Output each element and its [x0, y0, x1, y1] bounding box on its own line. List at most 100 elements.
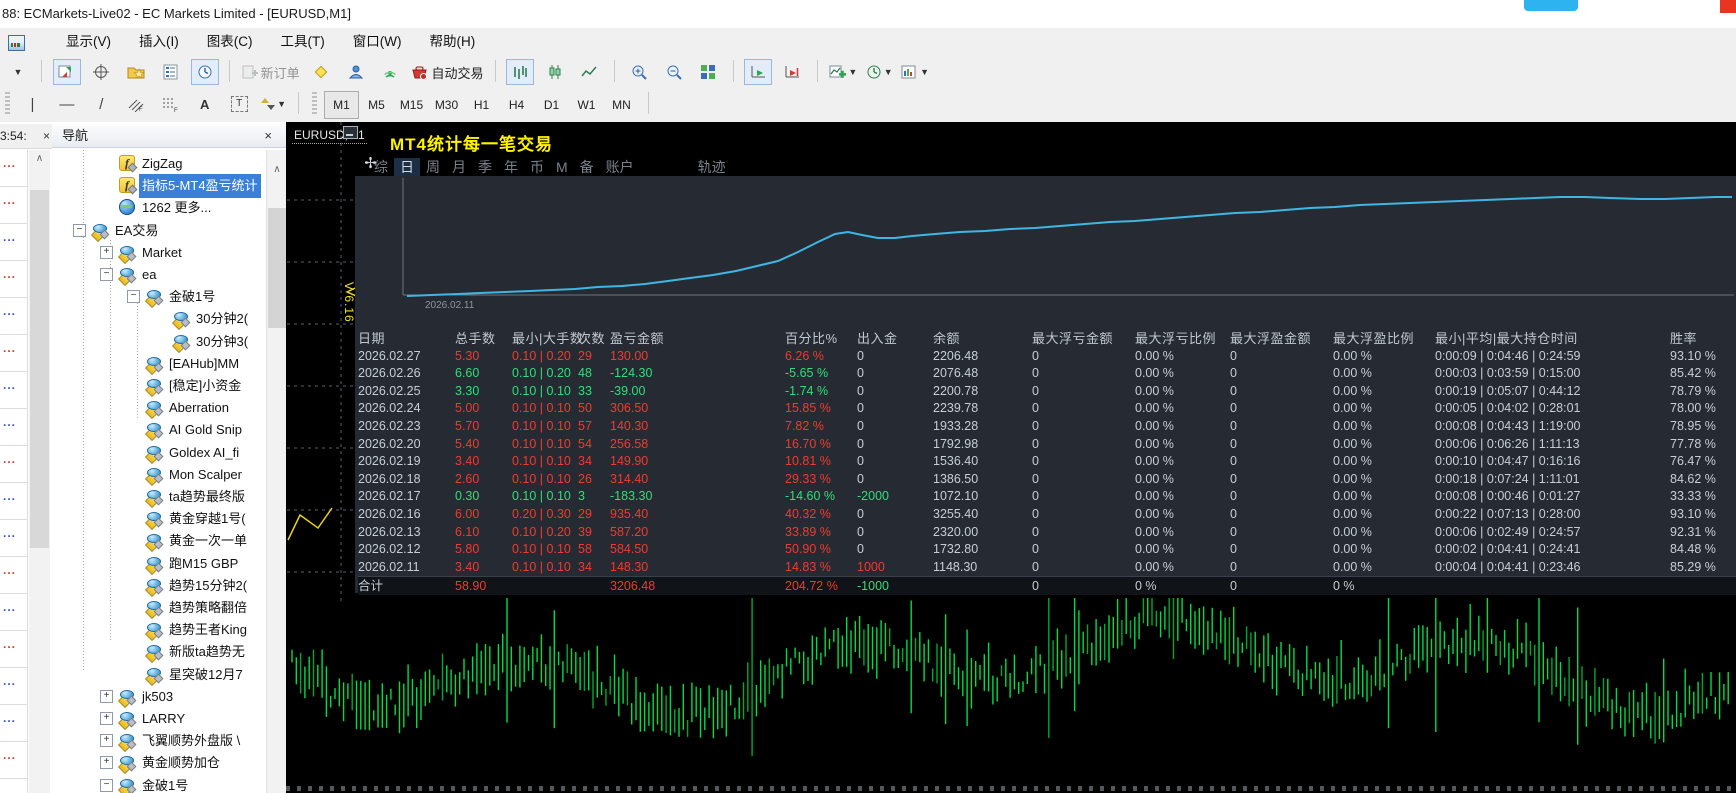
- sidebar-item-27[interactable]: + 黄金顺势加仓: [52, 751, 266, 775]
- indicators-add-button[interactable]: ▼: [828, 59, 858, 85]
- table-row[interactable]: 2026.02.26 6.60 0.10 | 0.20 48 -124.30 -5.65 …: [358, 365, 1736, 383]
- menu-item-帮[interactable]: 帮助(H): [415, 28, 489, 56]
- taskbar-highlight[interactable]: [1524, 0, 1578, 11]
- favorites-folder-icon[interactable]: [122, 59, 150, 85]
- timeframe-D1[interactable]: D1: [534, 91, 569, 119]
- table-row[interactable]: 2026.02.20 5.40 0.10 | 0.10 54 256.58 16.70 %…: [358, 436, 1736, 454]
- stats-tab-日[interactable]: 日: [394, 158, 420, 177]
- sidebar-item-17[interactable]: 黄金一次一单: [52, 529, 266, 553]
- list-item[interactable]: ...: [3, 415, 27, 452]
- timeframe-H4[interactable]: H4: [499, 91, 534, 119]
- collapse-expander-icon[interactable]: −: [100, 268, 113, 281]
- chart-window[interactable]: EURUSD,M1 ✢ ? 禁 V 6.16 MT4统计每一笔交易 综日周月季年…: [286, 122, 1736, 793]
- sidebar-item-1[interactable]: f 指标5-MT4盈亏统计: [52, 174, 266, 199]
- stats-tab-账户[interactable]: 账户: [600, 158, 640, 177]
- menu-item-工[interactable]: 工具(T): [267, 28, 339, 56]
- sidebar-item-2[interactable]: 1262 更多...: [52, 196, 266, 218]
- list-item[interactable]: ...: [3, 378, 27, 415]
- timeframe-M30[interactable]: M30: [429, 91, 464, 119]
- publisher-icon[interactable]: [342, 59, 370, 85]
- stats-tab-M[interactable]: M: [550, 158, 574, 177]
- autotrading-button[interactable]: 自动交易: [410, 59, 484, 85]
- auto-scroll-icon[interactable]: [744, 59, 772, 85]
- list-item[interactable]: ...: [3, 452, 27, 489]
- sidebar-item-7[interactable]: 30分钟2(: [52, 307, 266, 331]
- channel-tool[interactable]: F: [122, 91, 150, 117]
- strategy-tester-clock-icon[interactable]: [190, 59, 219, 85]
- table-row[interactable]: 2026.02.23 5.70 0.10 | 0.10 57 140.30 7.82 % 0…: [358, 418, 1736, 436]
- sidebar-item-15[interactable]: ta趋势最终版: [52, 485, 266, 509]
- timeframe-MN[interactable]: MN: [604, 91, 639, 119]
- sidebar-item-28[interactable]: − 金破1号: [52, 774, 266, 793]
- table-row[interactable]: 2026.02.25 3.30 0.10 | 0.10 33 -39.00 -1.74 %…: [358, 383, 1736, 401]
- table-row[interactable]: 2026.02.27 5.30 0.10 | 0.20 29 130.00 6.26 % 0…: [358, 348, 1736, 366]
- scroll-up-icon[interactable]: ∧: [29, 150, 50, 168]
- timeframe-W1[interactable]: W1: [569, 91, 604, 119]
- sidebar-item-26[interactable]: + 飞翼顺势外盘版 \: [52, 729, 266, 753]
- sidebar-item-19[interactable]: 趋势15分钟2(: [52, 574, 266, 597]
- vertical-line-tool[interactable]: |: [18, 91, 46, 117]
- list-item[interactable]: ...: [3, 230, 27, 267]
- quotes-list-icon[interactable]: [156, 59, 184, 85]
- list-item[interactable]: ...: [3, 526, 27, 563]
- expand-expander-icon[interactable]: +: [100, 689, 113, 703]
- menu-item-插[interactable]: 插入(I): [125, 28, 193, 56]
- scroll-up-icon[interactable]: ∧: [267, 164, 287, 180]
- bar-chart-mode-icon[interactable]: [506, 59, 535, 85]
- sidebar-item-12[interactable]: AI Gold Snip: [52, 418, 266, 442]
- line-chart-mode-icon[interactable]: [575, 59, 603, 85]
- arrows-tool[interactable]: ▼: [260, 91, 288, 117]
- chart-window-icon[interactable]: [52, 59, 81, 85]
- list-item[interactable]: ...: [3, 711, 27, 748]
- sidebar-item-18[interactable]: 跑M15 GBP: [52, 552, 266, 575]
- stats-tab-季[interactable]: 季: [472, 158, 498, 177]
- text-label-tool[interactable]: T: [225, 91, 253, 117]
- sidebar-item-13[interactable]: Goldex AI_fi: [52, 441, 266, 464]
- crosshair-icon[interactable]: [87, 59, 115, 85]
- list-item[interactable]: ...: [3, 341, 27, 378]
- minimize-window-icon[interactable]: [343, 126, 358, 139]
- docked-panel-close-icon[interactable]: ×: [43, 124, 50, 148]
- horizontal-line-tool[interactable]: —: [53, 91, 81, 117]
- zoom-in-icon[interactable]: [625, 59, 653, 85]
- sidebar-item-4[interactable]: + Market: [52, 241, 266, 264]
- list-item[interactable]: ...: [3, 267, 27, 304]
- fibonacci-tool[interactable]: F: [156, 91, 184, 117]
- menu-item-窗[interactable]: 窗口(W): [339, 28, 416, 56]
- sidebar-item-10[interactable]: [稳定]小资金: [52, 374, 266, 398]
- sidebar-item-3[interactable]: − EA交易: [52, 219, 266, 242]
- sidebar-item-24[interactable]: + jk503: [52, 685, 266, 708]
- chart-shift-icon[interactable]: [778, 59, 806, 85]
- list-item[interactable]: ...: [3, 674, 27, 711]
- timeframe-M5[interactable]: M5: [359, 91, 394, 119]
- list-item[interactable]: ...: [3, 304, 27, 341]
- sidebar-item-22[interactable]: 新版ta趋势无: [52, 640, 266, 664]
- stats-tab-币[interactable]: 币: [524, 158, 550, 177]
- table-row[interactable]: 2026.02.24 5.00 0.10 | 0.10 50 306.50 15.85 %…: [358, 400, 1736, 418]
- navigator-close-icon[interactable]: ×: [264, 124, 272, 148]
- menu-item-显[interactable]: 显示(V): [52, 28, 125, 56]
- list-item[interactable]: ...: [3, 563, 27, 600]
- stats-tab-备[interactable]: 备: [574, 158, 600, 177]
- stats-tab-月[interactable]: 月: [446, 158, 472, 177]
- table-row[interactable]: 2026.02.13 6.10 0.10 | 0.20 39 587.20 33.89 %…: [358, 524, 1736, 542]
- sidebar-item-9[interactable]: [EAHub]MM: [52, 352, 266, 375]
- table-row[interactable]: 2026.02.18 2.60 0.10 | 0.10 26 314.40 29.33 %…: [358, 471, 1736, 489]
- toolbar-grip[interactable]: [5, 92, 10, 114]
- templates-button[interactable]: ▼: [900, 59, 930, 85]
- sidebar-item-5[interactable]: − ea: [52, 263, 266, 287]
- sidebar-item-11[interactable]: Aberration: [52, 396, 266, 420]
- table-row[interactable]: 2026.02.16 6.00 0.20 | 0.30 29 935.40 40.32 %…: [358, 506, 1736, 524]
- navigator-scrollbar[interactable]: ∧: [266, 150, 287, 793]
- table-row[interactable]: 2026.02.17 0.30 0.10 | 0.10 3 -183.30 -14.60 …: [358, 488, 1736, 506]
- sidebar-item-25[interactable]: + LARRY: [52, 707, 266, 731]
- collapse-expander-icon[interactable]: −: [127, 290, 140, 304]
- sidebar-item-0[interactable]: f ZigZag: [52, 152, 266, 174]
- scrollbar-thumb[interactable]: [30, 190, 49, 548]
- collapse-expander-icon[interactable]: −: [73, 223, 86, 237]
- list-item[interactable]: ...: [3, 156, 27, 193]
- tile-windows-icon[interactable]: [694, 59, 722, 85]
- sidebar-item-16[interactable]: 黄金穿越1号(: [52, 507, 266, 531]
- stats-tab-轨迹[interactable]: 轨迹: [692, 158, 732, 177]
- list-item[interactable]: ...: [3, 748, 27, 785]
